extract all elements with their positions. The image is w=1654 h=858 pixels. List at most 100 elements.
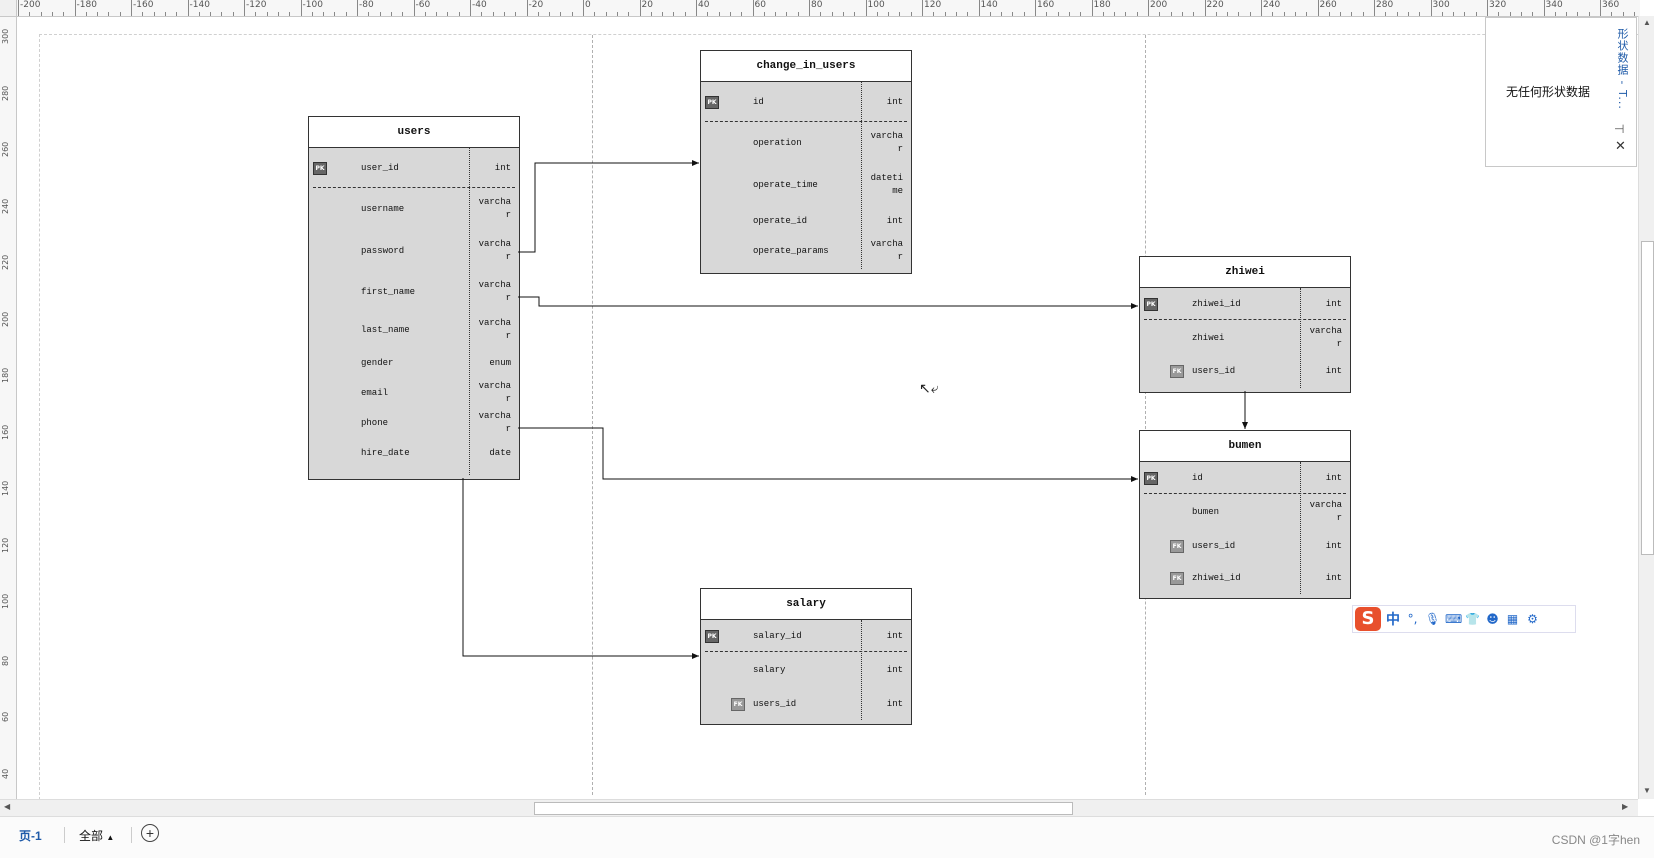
- microphone-icon[interactable]: 🎙: [1425, 612, 1440, 627]
- ruler-tick-label: 100: [1, 593, 10, 609]
- field-row[interactable]: FK zhiwei_id int: [1140, 562, 1350, 594]
- pin-icon[interactable]: ⊣: [1614, 122, 1624, 136]
- tab-all-pages[interactable]: 全部 ▲: [79, 827, 114, 844]
- vertical-scroll-thumb[interactable]: [1641, 241, 1654, 555]
- ruler-tick: [763, 12, 765, 16]
- ruler-tick-label: 160: [1, 424, 10, 440]
- field-name: salary_id: [753, 631, 802, 641]
- robot-icon[interactable]: ☻: [1485, 612, 1500, 627]
- field-row[interactable]: email varchar: [309, 378, 519, 408]
- field-row[interactable]: last_name varchar: [309, 312, 519, 348]
- ruler-tick-label: 60: [1, 711, 10, 722]
- entity-zhiwei[interactable]: zhiwei PK zhiwei_id int zhiwei varchar FK user…: [1139, 256, 1351, 393]
- field-name: first_name: [361, 287, 416, 297]
- ime-toolbar[interactable]: S 中 °, 🎙 ⌨ 👕 ☻ ▦ ⚙: [1352, 605, 1576, 633]
- entity-users[interactable]: users PK user_id int username varchar passwor…: [308, 116, 520, 480]
- field-name: zhiwei: [1192, 333, 1225, 343]
- ime-chinese-mode[interactable]: 中: [1386, 609, 1400, 629]
- scroll-right-icon[interactable]: ▶: [1622, 802, 1628, 811]
- ruler-tick-label: 300: [1432, 0, 1450, 10]
- ruler-tick: [1600, 0, 1601, 16]
- ruler-tick-label: 40: [1, 768, 10, 779]
- ruler-tick: [1317, 0, 1319, 16]
- scroll-up-icon[interactable]: ▲: [1643, 18, 1651, 27]
- ruler-tick: [1464, 12, 1466, 16]
- field-row[interactable]: operate_params varchar: [701, 236, 911, 266]
- ruler-tick: [662, 12, 664, 16]
- foreign-key-icon: FK: [1170, 364, 1184, 378]
- entity-bumen[interactable]: bumen PK id int bumen varchar FK users_id int FK…: [1139, 430, 1351, 599]
- ruler-tick: [1430, 0, 1432, 16]
- shape-data-panel: 形状数据 - T... 无任何形状数据 ⊣ ✕: [1485, 17, 1637, 167]
- ruler-tick-label: 140: [980, 0, 998, 10]
- ruler-tick: [560, 12, 562, 16]
- field-name: zhiwei_id: [1192, 299, 1241, 309]
- horizontal-scrollbar[interactable]: ◀ ▶: [0, 799, 1638, 816]
- field-row[interactable]: password varchar: [309, 230, 519, 272]
- entity-title: salary: [701, 589, 911, 620]
- field-name: salary: [753, 665, 786, 675]
- ruler-tick: [1566, 12, 1568, 16]
- field-row[interactable]: PK id int: [1140, 462, 1350, 494]
- ruler-tick-label: 240: [1, 198, 10, 214]
- ruler-tick: [571, 12, 573, 16]
- ruler-tick: [1204, 0, 1206, 16]
- ruler-tick: [1385, 12, 1387, 16]
- entity-salary[interactable]: salary PK salary_id int salary int FK users_id…: [700, 588, 912, 725]
- horizontal-scroll-thumb[interactable]: [534, 802, 1073, 815]
- field-row[interactable]: FK users_id int: [1140, 356, 1350, 386]
- ruler-tick-label: 80: [811, 0, 823, 10]
- keyboard-icon[interactable]: ⌨: [1445, 612, 1462, 627]
- ruler-tick: [1294, 12, 1296, 16]
- field-name: email: [361, 388, 389, 398]
- field-row[interactable]: PK zhiwei_id int: [1140, 288, 1350, 320]
- field-type: varchar: [478, 280, 511, 303]
- ruler-tick: [1396, 12, 1398, 16]
- page-break-line: [1145, 35, 1146, 795]
- field-row[interactable]: gender enum: [309, 348, 519, 378]
- entity-change-in-users[interactable]: change_in_users PK id int operation varchar o…: [700, 50, 912, 274]
- field-row[interactable]: first_name varchar: [309, 272, 519, 312]
- ruler-tick-label: 240: [1263, 0, 1281, 10]
- ruler-tick: [718, 12, 720, 16]
- scroll-left-icon[interactable]: ◀: [4, 802, 10, 811]
- field-row[interactable]: operate_id int: [701, 206, 911, 236]
- settings-icon[interactable]: ⚙: [1525, 612, 1540, 627]
- ruler-tick: [888, 12, 890, 16]
- ruler-tick: [1249, 12, 1251, 16]
- field-type: int: [1325, 540, 1342, 551]
- field-row[interactable]: zhiwei varchar: [1140, 320, 1350, 356]
- field-row[interactable]: phone varchar: [309, 408, 519, 438]
- add-page-button[interactable]: +: [141, 824, 159, 842]
- field-row[interactable]: operation varchar: [701, 122, 911, 164]
- field-row[interactable]: PK salary_id int: [701, 620, 911, 652]
- apps-icon[interactable]: ▦: [1505, 612, 1520, 627]
- field-row[interactable]: PK id int: [701, 82, 911, 122]
- ruler-tick-label: 180: [1093, 0, 1111, 10]
- field-name: id: [1192, 473, 1203, 483]
- field-type: varchar: [1309, 500, 1342, 523]
- close-icon[interactable]: ✕: [1615, 138, 1626, 154]
- vertical-scrollbar[interactable]: ▲ ▼: [1638, 16, 1654, 799]
- cursor-icon: ↖⤶: [919, 380, 939, 396]
- skin-icon[interactable]: 👕: [1465, 612, 1480, 627]
- tab-page-1[interactable]: 页-1: [19, 827, 42, 844]
- field-type: int: [886, 698, 903, 709]
- ruler-tick: [1091, 0, 1093, 16]
- field-row[interactable]: bumen varchar: [1140, 494, 1350, 530]
- ime-punct-toggle[interactable]: °,: [1405, 612, 1420, 627]
- field-row[interactable]: salary int: [701, 652, 911, 688]
- ruler-tick: [797, 12, 799, 16]
- field-row[interactable]: username varchar: [309, 188, 519, 230]
- field-row[interactable]: operate_time datetime: [701, 164, 911, 206]
- ruler-tick: [221, 12, 223, 16]
- field-row[interactable]: FK users_id int: [1140, 530, 1350, 562]
- ruler-tick: [1046, 12, 1048, 16]
- ruler-tick: [503, 12, 505, 16]
- ruler-tick: [1215, 12, 1217, 16]
- field-row[interactable]: FK users_id int: [701, 688, 911, 720]
- field-row[interactable]: PK user_id int: [309, 148, 519, 188]
- field-row[interactable]: hire_date date: [309, 438, 519, 468]
- primary-key-icon: PK: [313, 161, 327, 175]
- scroll-down-icon[interactable]: ▼: [1643, 786, 1651, 795]
